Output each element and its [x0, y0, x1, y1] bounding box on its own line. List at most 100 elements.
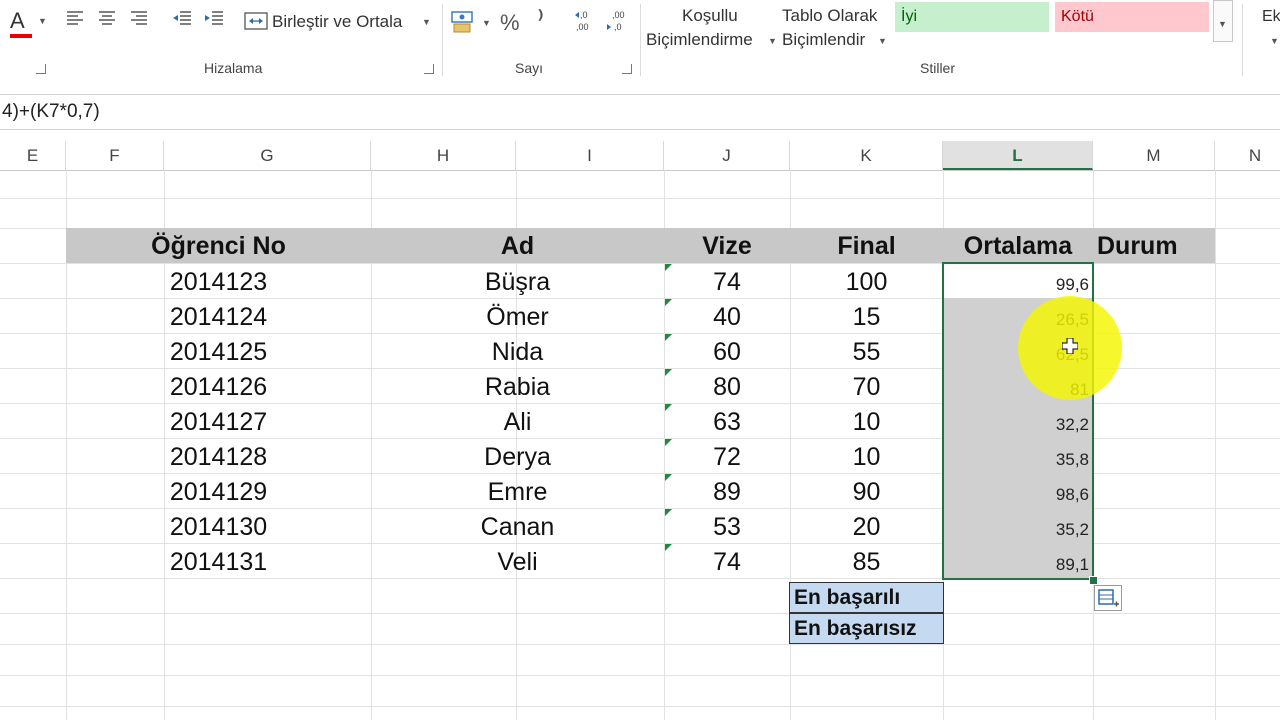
header-name[interactable]: Ad — [371, 228, 664, 263]
formula-bar[interactable]: 4)+(K7*0,7) — [0, 95, 1280, 130]
cell-student-no[interactable]: 2014127 — [66, 403, 371, 438]
increase-decimal-button[interactable]: ,0,00 — [574, 8, 602, 34]
column-header-n[interactable]: N — [1215, 141, 1280, 170]
gridline — [0, 578, 1280, 579]
font-color-bar — [10, 34, 32, 38]
cell-midterm[interactable]: 53 — [664, 508, 790, 543]
cell-name[interactable]: Veli — [371, 543, 664, 578]
cell-name[interactable]: Nida — [371, 333, 664, 368]
cell-student-no[interactable]: 2014123 — [66, 263, 371, 298]
cell-final[interactable]: 55 — [790, 333, 943, 368]
column-header-e[interactable]: E — [0, 141, 66, 170]
error-indicator-icon — [665, 369, 672, 376]
merge-center-label: Birleştir ve Ortala — [272, 12, 403, 31]
cell-name[interactable]: Büşra — [371, 263, 664, 298]
column-header-k[interactable]: K — [790, 141, 943, 170]
cell-final[interactable]: 20 — [790, 508, 943, 543]
header-status[interactable]: Durum — [1093, 228, 1215, 263]
cell-student-no[interactable]: 2014129 — [66, 473, 371, 508]
cell-average[interactable]: 81 — [943, 368, 1093, 403]
cell-average[interactable]: 32,2 — [943, 403, 1093, 438]
merge-center-button[interactable]: Birleştir ve Ortala ▼ — [242, 8, 436, 36]
column-header-g[interactable]: G — [164, 141, 371, 170]
quick-analysis-button[interactable] — [1094, 585, 1122, 611]
header-final[interactable]: Final — [790, 228, 943, 263]
cell-midterm[interactable]: 74 — [664, 263, 790, 298]
style-good[interactable]: İyi — [895, 2, 1049, 32]
cell-midterm[interactable]: 80 — [664, 368, 790, 403]
cell-midterm[interactable]: 63 — [664, 403, 790, 438]
cell-final[interactable]: 10 — [790, 438, 943, 473]
conditional-formatting-button[interactable]: Koşullu Biçimlendirme ▼ — [646, 4, 777, 52]
cell-average[interactable]: 35,2 — [943, 508, 1093, 543]
cell-average[interactable]: 35,8 — [943, 438, 1093, 473]
cell-student-no[interactable]: 2014130 — [66, 508, 371, 543]
chevron-down-icon: ▼ — [878, 36, 887, 46]
percent-style-button[interactable]: % — [500, 10, 520, 36]
accounting-format-button[interactable]: ▼ — [450, 10, 494, 36]
style-bad[interactable]: Kötü — [1055, 2, 1209, 32]
styles-scroll[interactable]: ▼ — [1213, 0, 1233, 42]
error-indicator-icon — [665, 334, 672, 341]
cell-midterm[interactable]: 74 — [664, 543, 790, 578]
decrease-indent-icon[interactable] — [172, 10, 192, 31]
worksheet-grid[interactable]: Öğrenci No Ad Vize Final Ortalama Durum … — [0, 170, 1280, 720]
column-header-l[interactable]: L — [943, 141, 1093, 170]
cell-final[interactable]: 85 — [790, 543, 943, 578]
group-label-styles: Stiller — [920, 60, 956, 76]
cell-student-no[interactable]: 2014125 — [66, 333, 371, 368]
cell-final[interactable]: 100 — [790, 263, 943, 298]
cell-average[interactable]: 26,5 — [943, 298, 1093, 333]
cell-name[interactable]: Rabia — [371, 368, 664, 403]
header-average[interactable]: Ortalama — [943, 228, 1093, 263]
column-header-j[interactable]: J — [664, 141, 790, 170]
cell-average[interactable]: 99,6 — [943, 263, 1093, 298]
cell-name[interactable]: Derya — [371, 438, 664, 473]
cell-average[interactable]: 98,6 — [943, 473, 1093, 508]
cell-final[interactable]: 10 — [790, 403, 943, 438]
cell-midterm[interactable]: 89 — [664, 473, 790, 508]
cell-student-no[interactable]: 2014128 — [66, 438, 371, 473]
cell-student-no[interactable]: 2014124 — [66, 298, 371, 333]
header-student-no[interactable]: Öğrenci No — [66, 228, 371, 263]
svg-text:,0: ,0 — [614, 22, 622, 32]
cell-midterm[interactable]: 72 — [664, 438, 790, 473]
column-header-f[interactable]: F — [66, 141, 164, 170]
comma-style-button[interactable]: ⁾ — [538, 6, 543, 32]
cell-final[interactable]: 15 — [790, 298, 943, 333]
insert-button[interactable]: Ek — [1262, 8, 1280, 26]
label-worst[interactable]: En başarısız — [789, 613, 944, 644]
cell-final[interactable]: 90 — [790, 473, 943, 508]
cell-student-no[interactable]: 2014131 — [66, 543, 371, 578]
error-indicator-icon — [665, 299, 672, 306]
cell-name[interactable]: Ömer — [371, 298, 664, 333]
align-right-icon[interactable] — [130, 10, 148, 31]
cell-name[interactable]: Emre — [371, 473, 664, 508]
format-as-table-button[interactable]: Tablo Olarak Biçimlendir ▼ — [780, 4, 890, 52]
column-header-i[interactable]: I — [516, 141, 664, 170]
cell-average[interactable]: 62,5 — [943, 333, 1093, 368]
increase-indent-icon[interactable] — [204, 10, 224, 31]
group-label-number: Sayı — [515, 60, 544, 76]
cell-name[interactable]: Ali — [371, 403, 664, 438]
alignment-launcher-icon[interactable] — [36, 64, 46, 74]
cell-name[interactable]: Canan — [371, 508, 664, 543]
decrease-decimal-button[interactable]: ,00,0 — [606, 8, 634, 34]
align-center-icon[interactable] — [98, 10, 116, 31]
alignment-dialog-launcher-icon[interactable] — [424, 64, 434, 74]
label-best[interactable]: En başarılı — [789, 582, 944, 613]
column-header-m[interactable]: M — [1093, 141, 1215, 170]
cell-midterm[interactable]: 60 — [664, 333, 790, 368]
number-dialog-launcher-icon[interactable] — [622, 64, 632, 74]
fill-handle[interactable] — [1089, 576, 1098, 585]
font-color-button[interactable]: A ▼ — [4, 6, 48, 38]
cell-average[interactable]: 89,1 — [943, 543, 1093, 578]
cell-midterm[interactable]: 40 — [664, 298, 790, 333]
cell-final[interactable]: 70 — [790, 368, 943, 403]
cell-student-no[interactable]: 2014126 — [66, 368, 371, 403]
align-left-icon[interactable] — [66, 10, 84, 31]
merge-cells-icon — [244, 12, 268, 35]
header-midterm[interactable]: Vize — [664, 228, 790, 263]
decrease-decimal-icon: ,00,0 — [607, 10, 625, 32]
column-header-h[interactable]: H — [371, 141, 516, 170]
